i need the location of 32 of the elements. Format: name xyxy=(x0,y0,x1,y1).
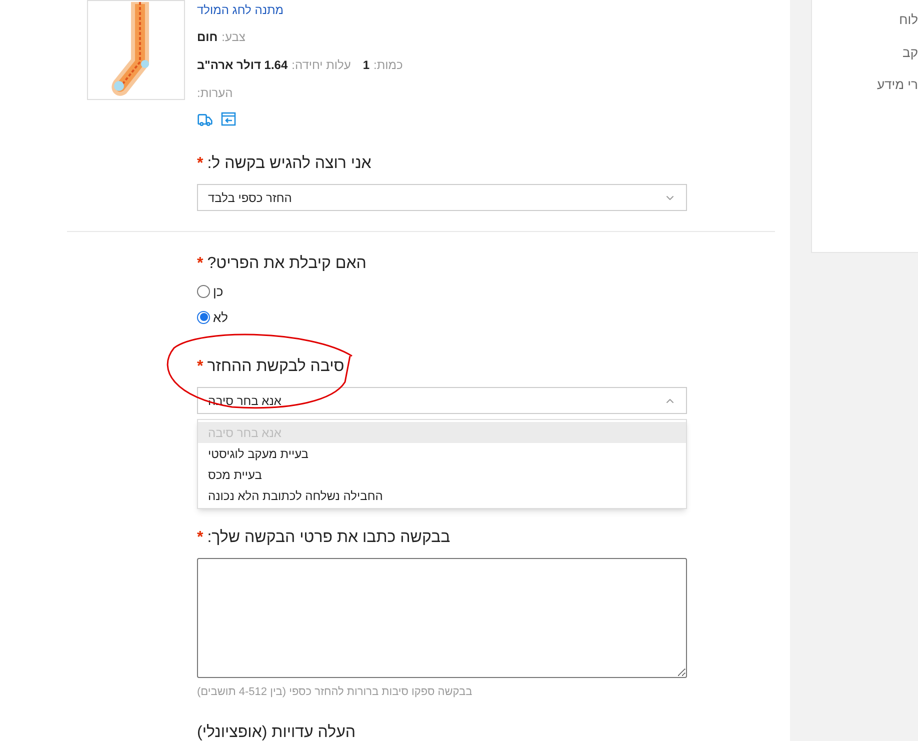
hint-text: בבקשה ספקו סיבות ברורות להחזר כספי (בין 4-512 תושבים) xyxy=(197,685,472,700)
field-label: בבקשה כתבו את פרטי הבקשה שלך: xyxy=(207,528,450,548)
radio-label: כן xyxy=(213,283,224,301)
radio-button[interactable] xyxy=(197,310,210,324)
dropdown-option[interactable]: בעיית מעקב לוגיסטי xyxy=(198,443,686,464)
sidebar-link[interactable]: רי מידע xyxy=(876,75,918,94)
field-label: האם קיבלת את הפריט? xyxy=(207,254,366,274)
sidebar-link[interactable]: לוח xyxy=(899,10,918,30)
select-field[interactable]: החזר כספי בלבד xyxy=(197,184,687,211)
required-asterisk: * xyxy=(197,154,204,174)
dropdown-option[interactable]: החבילה נשלחה לכתובת הלא נכונה xyxy=(198,485,686,506)
field-label: העלה עדויות (אופציונלי) xyxy=(197,722,356,741)
truck-icon[interactable] xyxy=(197,112,213,128)
return-box-icon[interactable] xyxy=(221,112,236,126)
notes-label: הערות: xyxy=(197,85,233,102)
unit-price-label: עלות יחידה: xyxy=(292,57,351,74)
dropdown-option[interactable]: בעיית מכס xyxy=(198,464,686,485)
required-asterisk: * xyxy=(197,528,204,548)
sidebar-link[interactable]: קב xyxy=(902,42,918,62)
quantity-label: כמות: xyxy=(374,57,403,74)
required-asterisk: * xyxy=(197,357,204,377)
required-asterisk: * xyxy=(197,254,204,274)
product-title[interactable]: מתנה לחג המולד xyxy=(197,2,284,18)
details-text-area[interactable] xyxy=(197,558,687,678)
field-label: סיבה לבקשת ההחזר xyxy=(207,357,344,377)
color-label: צבע: xyxy=(222,29,246,46)
unit-price-value: 1.64 דולר ארה"ב xyxy=(197,57,288,74)
color-value: חום xyxy=(197,29,218,46)
radio-label: לא xyxy=(213,308,228,326)
radio-button[interactable] xyxy=(197,285,210,298)
quantity-value: 1 xyxy=(362,57,370,74)
field-label: אני רוצה להגיש בקשה ל: xyxy=(207,154,372,174)
